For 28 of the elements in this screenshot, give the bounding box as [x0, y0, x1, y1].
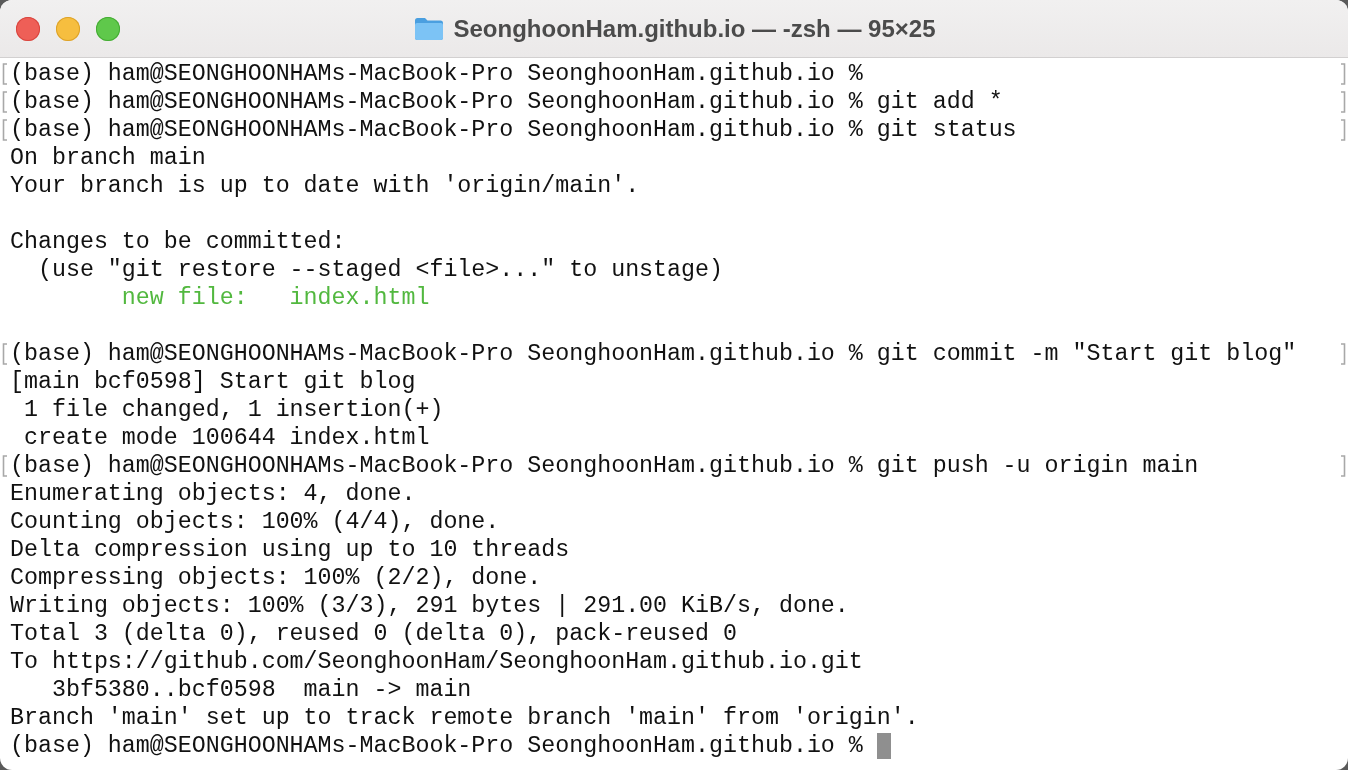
- terminal-line: 1 file changed, 1 insertion(+): [22, 396, 444, 424]
- terminal-line: Branch 'main' set up to track remote branch 'main' from 'origin'.: [10, 704, 919, 732]
- terminal-line: (use "git restore --staged <file>..." to unstage): [36, 256, 723, 284]
- terminal-line: (base) ham@SEONGHOONHAMs-MacBook-Pro SeonghoonHam.github.io %: [10, 732, 863, 760]
- minimize-button[interactable]: [56, 16, 80, 41]
- terminal-line: On branch main: [10, 144, 206, 172]
- terminal-line: Compressing objects: 100% (2/2), done.: [10, 564, 542, 592]
- window-title: SeonghoonHam.github.io — -zsh — 95×25: [453, 14, 936, 43]
- terminal-line: Enumerating objects: 4, done.: [10, 480, 416, 508]
- terminal-line: (base) ham@SEONGHOONHAMs-MacBook-Pro SeonghoonHam.github.io % git add *: [10, 88, 1003, 116]
- terminal-line: Writing objects: 100% (3/3), 291 bytes | 291.00 KiB/s, done.: [10, 592, 849, 620]
- terminal-line: create mode 100644 index.html: [22, 424, 430, 452]
- terminal-line: (base) ham@SEONGHOONHAMs-MacBook-Pro SeonghoonHam.github.io % git commit -m "Start git blog": [10, 340, 1297, 368]
- terminal-line: Counting objects: 100% (4/4), done.: [10, 508, 500, 536]
- terminal-line: Your branch is up to date with 'origin/main'.: [10, 172, 640, 200]
- terminal-line: Total 3 (delta 0), reused 0 (delta 0), pack-reused 0: [10, 620, 737, 648]
- terminal-line: (base) ham@SEONGHOONHAMs-MacBook-Pro SeonghoonHam.github.io % git push -u origin main: [10, 452, 1199, 480]
- folder-icon: [414, 16, 445, 41]
- terminal-line: 3bf5380..bcf0598 main -> main: [50, 676, 472, 704]
- terminal-line: (base) ham@SEONGHOONHAMs-MacBook-Pro SeonghoonHam.github.io %: [10, 60, 863, 88]
- close-button[interactable]: [16, 16, 40, 41]
- terminal-line: Delta compression using up to 10 threads: [10, 536, 570, 564]
- terminal-line: To https://github.com/SeonghoonHam/SeonghoonHam.github.io.git: [10, 648, 863, 676]
- zoom-button[interactable]: [96, 16, 120, 41]
- terminal-line: Changes to be committed:: [10, 228, 346, 256]
- terminal-line: (base) ham@SEONGHOONHAMs-MacBook-Pro SeonghoonHam.github.io % git status: [10, 116, 1017, 144]
- terminal-line: [main bcf0598] Start git blog: [10, 368, 416, 396]
- terminal-line: new file: index.html: [120, 284, 430, 312]
